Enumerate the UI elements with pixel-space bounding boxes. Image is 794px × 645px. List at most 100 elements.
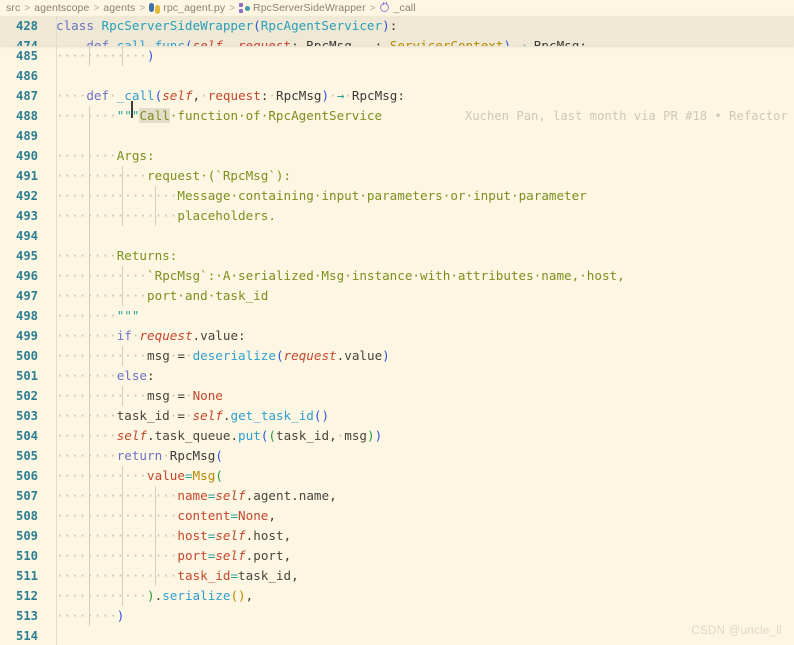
code-line[interactable]: 487 ····def·_call(self,·request:·RpcMsg)…	[0, 86, 794, 118]
line-number: 496	[15, 269, 38, 283]
line-content	[47, 66, 794, 86]
line-number: 489	[15, 129, 38, 143]
line-number: 503	[15, 409, 38, 423]
code-line[interactable]: 486	[0, 66, 794, 86]
breadcrumb[interactable]: src > agentscope > agents > rpc_agent.py…	[0, 0, 794, 16]
code-line[interactable]: 490 ········Args:	[0, 146, 794, 166]
class-icon	[239, 3, 251, 14]
breadcrumb-item-method[interactable]: _call	[380, 1, 416, 14]
code-line[interactable]: 496 ············`RpcMsg`:·A·serialized·M…	[0, 266, 794, 286]
line-content: ········if·request.value:	[47, 326, 794, 346]
line-number: 492	[15, 189, 38, 203]
line-number: 505	[15, 449, 38, 463]
line-number: 511	[15, 569, 38, 583]
line-number: 498	[15, 309, 38, 323]
code-line[interactable]: 508 ················content=None,	[0, 506, 794, 526]
code-line[interactable]: 489	[0, 126, 794, 146]
code-line[interactable]: 488 ········"""Call·function·of·RpcAgent…	[0, 106, 794, 126]
code-line[interactable]: 500 ············msg·=·deserialize(reques…	[0, 346, 794, 366]
breadcrumb-separator: >	[139, 2, 146, 14]
code-line[interactable]: 503 ········task_id·=·self.get_task_id()	[0, 406, 794, 426]
line-content: ············value=Msg(	[47, 466, 794, 486]
code-line[interactable]: 511 ················task_id=task_id,	[0, 566, 794, 586]
line-number: 501	[15, 369, 38, 383]
line-content: ········"""Call·function·of·RpcAgentServ…	[47, 106, 794, 126]
breadcrumb-separator: >	[93, 2, 100, 14]
breadcrumb-label: agents	[103, 2, 136, 14]
line-number: 474	[15, 39, 38, 46]
code-line[interactable]: 504 ········self.task_queue.put((task_id…	[0, 426, 794, 446]
breadcrumb-item-class[interactable]: RpcServerSideWrapper	[239, 2, 366, 14]
sticky-scroll-header[interactable]: 428 class RpcServerSideWrapper(RpcAgentS…	[0, 16, 794, 46]
line-content: def call_func(self, request: RpcMsg, _: …	[86, 38, 587, 46]
line-content: ········Returns:	[47, 246, 794, 266]
line-content	[47, 126, 794, 146]
code-line[interactable]: 507 ················name=self.agent.name…	[0, 486, 794, 506]
breadcrumb-separator: >	[369, 2, 376, 14]
line-number: 495	[15, 249, 38, 263]
code-line[interactable]: 506 ············value=Msg(	[0, 466, 794, 486]
gutter-divider	[56, 46, 57, 645]
python-file-icon	[149, 2, 161, 14]
breadcrumb-label: _call	[393, 2, 416, 14]
line-content: ········task_id·=·self.get_task_id()	[47, 406, 794, 426]
code-line[interactable]: 512 ············).serialize(),	[0, 586, 794, 606]
method-icon	[380, 1, 391, 14]
code-line[interactable]: 502 ············msg·=·None	[0, 386, 794, 406]
code-line[interactable]: 497 ············port·and·task_id	[0, 286, 794, 306]
line-number: 485	[15, 49, 38, 63]
line-number: 494	[15, 229, 38, 243]
line-content: ················host=self.host,	[47, 526, 794, 546]
breadcrumb-separator: >	[24, 2, 31, 14]
line-content: ········self.task_queue.put((task_id,·ms…	[47, 426, 794, 446]
breadcrumb-item-agentscope[interactable]: agentscope	[34, 2, 89, 14]
code-line[interactable]: 510 ················port=self.port,	[0, 546, 794, 566]
sticky-line-474[interactable]: 474 def call_func(self, request: RpcMsg,…	[0, 36, 794, 46]
code-editor-area[interactable]: 485 ············) 486 487 ····def·_call(…	[0, 46, 794, 645]
line-number: 500	[15, 349, 38, 363]
line-content: class RpcServerSideWrapper(RpcAgentServi…	[56, 18, 398, 33]
line-content: ················name=self.agent.name,	[47, 486, 794, 506]
code-line[interactable]: 509 ················host=self.host,	[0, 526, 794, 546]
code-line[interactable]: 498 ········"""	[0, 306, 794, 326]
line-content: ············)	[47, 46, 794, 66]
line-number: 508	[15, 509, 38, 523]
code-line[interactable]: 491 ············request·(`RpcMsg`):	[0, 166, 794, 186]
code-line[interactable]: 494	[0, 226, 794, 246]
code-line[interactable]: 493 ················placeholders.	[0, 206, 794, 226]
line-content: ········"""	[47, 306, 794, 326]
line-number: 493	[15, 209, 38, 223]
code-line[interactable]: 495 ········Returns:	[0, 246, 794, 266]
code-line[interactable]: 485 ············)	[0, 46, 794, 66]
line-content: ················content=None,	[47, 506, 794, 526]
code-line[interactable]: 505 ········return·RpcMsg(	[0, 446, 794, 466]
sticky-line-428[interactable]: 428 class RpcServerSideWrapper(RpcAgentS…	[0, 16, 794, 36]
breadcrumb-item-rpc-agent-py[interactable]: rpc_agent.py	[149, 2, 225, 14]
selected-word: Call	[139, 108, 170, 123]
line-content	[47, 226, 794, 246]
line-content: ········)	[47, 606, 794, 626]
line-number: 512	[15, 589, 38, 603]
line-number: 514	[15, 629, 38, 643]
breadcrumb-item-agents[interactable]: agents	[103, 2, 135, 14]
code-line[interactable]: 492 ················Message·containing·i…	[0, 186, 794, 206]
line-number: 428	[15, 19, 38, 33]
breadcrumb-item-src[interactable]: src	[6, 2, 20, 14]
line-content: ············port·and·task_id	[47, 286, 794, 306]
line-number: 487	[15, 89, 38, 103]
code-line[interactable]: 513 ········)	[0, 606, 794, 626]
code-line[interactable]: 501 ········else:	[0, 366, 794, 386]
line-number: 507	[15, 489, 38, 503]
line-number: 497	[15, 289, 38, 303]
line-content: ········return·RpcMsg(	[47, 446, 794, 466]
line-number: 509	[15, 529, 38, 543]
breadcrumb-separator: >	[229, 2, 236, 14]
line-content: ····def·_call(self,·request:·RpcMsg)·→·R…	[47, 86, 794, 118]
git-blame-annotation: Xuchen Pan, last month via PR #18 • Refa…	[465, 109, 788, 123]
code-line[interactable]: 514	[0, 626, 794, 645]
line-number: 490	[15, 149, 38, 163]
line-number: 513	[15, 609, 38, 623]
breadcrumb-label: src	[6, 2, 21, 14]
code-line[interactable]: 499 ········if·request.value:	[0, 326, 794, 346]
line-content: ················placeholders.	[47, 206, 794, 226]
